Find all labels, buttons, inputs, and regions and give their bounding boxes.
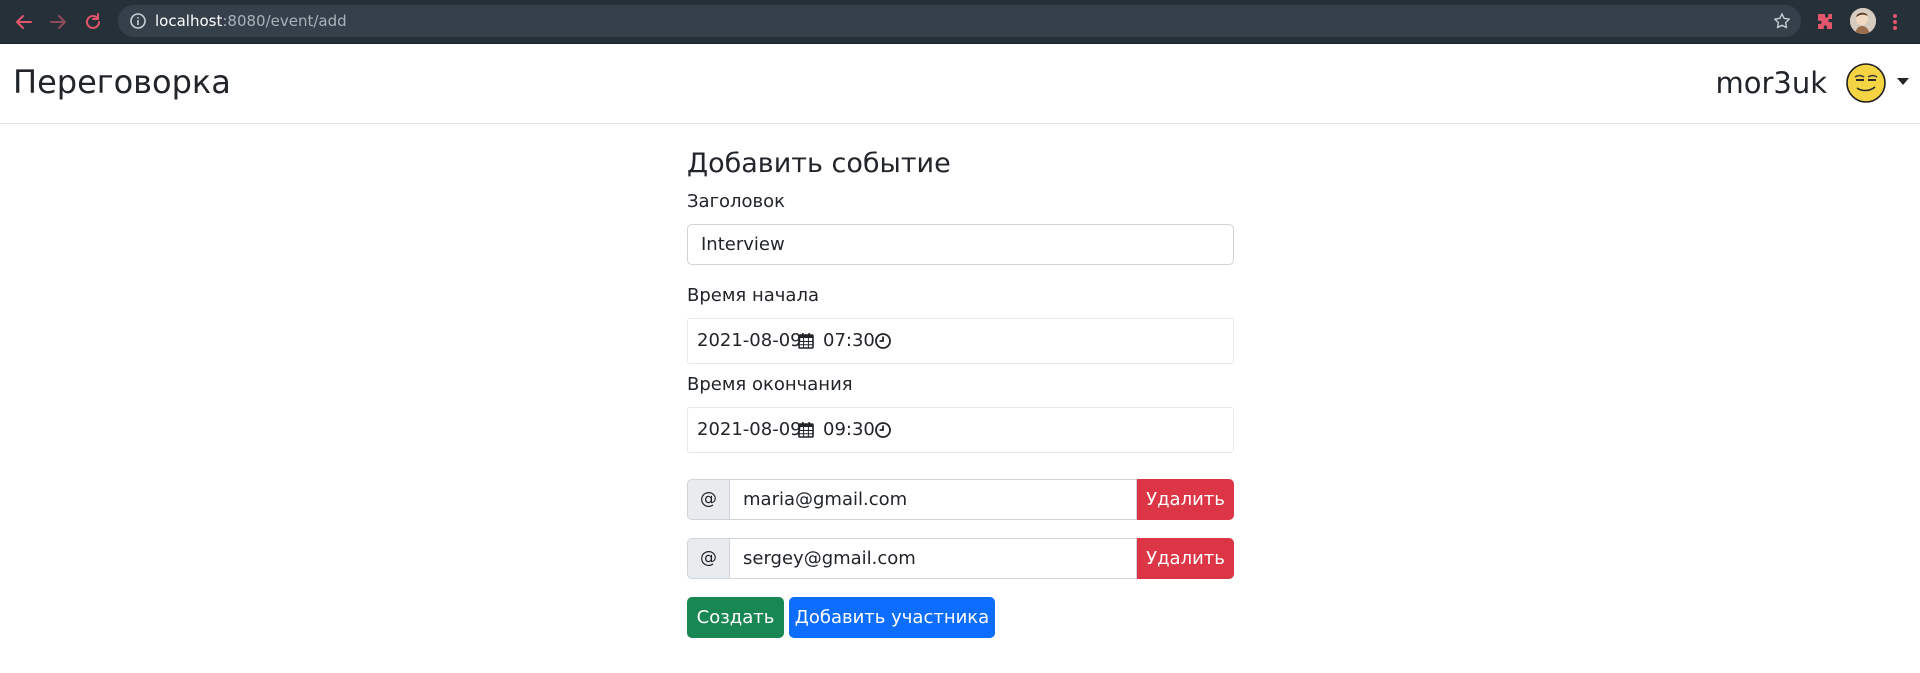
url-path: :8080/event/add [222,12,347,30]
brand-logo-text[interactable]: Переговорка [13,62,231,102]
user-menu-caret[interactable] [1897,78,1909,85]
start-datetime-input[interactable]: 2021-08-09 07:30 [687,318,1234,364]
at-addon: @ [687,538,730,579]
participant-row: @ maria@gmail.com Удалить [687,479,1234,520]
url-host: localhost [155,12,223,30]
participant-email-input[interactable]: maria@gmail.com [729,479,1137,520]
participant-row: @ sergey@gmail.com Удалить [687,538,1234,579]
end-time-value[interactable]: 09:30 [823,419,875,441]
end-time-label: Время окончания [687,374,853,395]
browser-toolbar: localhost:8080/event/add [0,0,1920,44]
url-text[interactable]: localhost:8080/event/add [155,12,347,30]
start-time-label: Время начала [687,285,819,306]
smiley-avatar-icon[interactable] [1846,63,1886,103]
clock-icon[interactable] [874,421,892,439]
star-icon[interactable] [1773,12,1791,30]
profile-avatar-icon[interactable] [1850,8,1876,34]
title-input[interactable]: Interview [687,224,1234,265]
title-label: Заголовок [687,191,786,212]
info-icon[interactable] [129,12,147,30]
clock-icon[interactable] [874,332,892,350]
forward-arrow-icon [50,15,66,29]
end-date-value[interactable]: 2021-08-09 [697,419,802,441]
participant-email-input[interactable]: sergey@gmail.com [729,538,1137,579]
page-title: Добавить событие [687,148,951,179]
at-addon: @ [687,479,730,520]
address-bar[interactable]: localhost:8080/event/add [118,5,1801,37]
menu-dots-icon[interactable] [1888,11,1902,33]
forward-button[interactable] [45,9,71,35]
reload-icon [86,13,100,29]
add-participant-button[interactable]: Добавить участника [789,597,995,638]
remove-participant-button[interactable]: Удалить [1137,538,1234,579]
create-button[interactable]: Создать [687,597,784,638]
username[interactable]: mor3uk [1715,63,1827,103]
start-time-value[interactable]: 07:30 [823,330,875,352]
app-navbar: Переговорка mor3uk [0,44,1920,124]
reload-button[interactable] [80,9,106,35]
start-date-value[interactable]: 2021-08-09 [697,330,802,352]
remove-participant-button[interactable]: Удалить [1137,479,1234,520]
end-datetime-input[interactable]: 2021-08-09 09:30 [687,407,1234,453]
calendar-icon[interactable] [797,332,815,350]
back-arrow-icon [16,15,32,29]
extension-puzzle-icon[interactable] [1814,11,1836,33]
calendar-icon[interactable] [797,421,815,439]
back-button[interactable] [11,9,37,35]
